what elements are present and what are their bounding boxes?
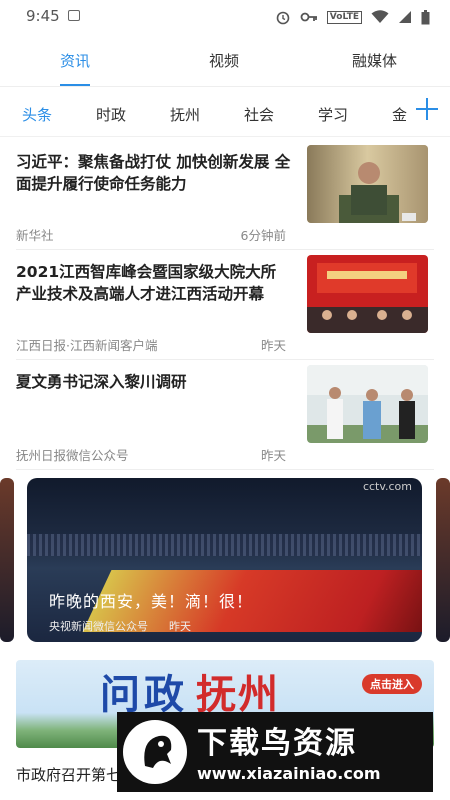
news-item[interactable]: 习近平：聚焦备战打仗 加快创新发展 全面提升履行使命任务能力 新华社 6分钟前 (16, 139, 434, 250)
image-notification-icon (68, 10, 80, 21)
category-study[interactable]: 学习 (318, 104, 348, 125)
category-politics[interactable]: 时政 (96, 104, 126, 125)
wifi-icon (371, 10, 389, 23)
news-thumbnail (307, 365, 428, 443)
carousel-card[interactable]: cctv.com 昨晚的西安，美！滴！很！ 央视新闻微信公众号 昨天 (27, 478, 422, 642)
banner-enter-button[interactable]: 点击进入 (362, 674, 422, 694)
signal-icon (399, 11, 411, 23)
watermark-url: www.xiazainiao.com (197, 764, 381, 783)
news-thumbnail (307, 145, 428, 223)
category-headlines[interactable]: 头条 (22, 104, 52, 125)
top-tab-bar: 资讯 视频 融媒体 (0, 38, 450, 87)
status-bar: 9:45 VoLTE (0, 0, 450, 34)
carousel-next-peek[interactable] (436, 478, 450, 642)
news-time: 昨天 (260, 448, 286, 463)
category-tab-bar: 头条 时政 抚州 社会 学习 金 (0, 88, 450, 137)
news-source: 新华社 (16, 228, 54, 243)
add-category-icon[interactable] (416, 98, 438, 120)
watermark: 下载鸟资源 www.xiazainiao.com (117, 712, 433, 792)
news-item[interactable]: 夏文勇书记深入黎川调研 抚州日报微信公众号 昨天 (16, 359, 434, 470)
status-time: 9:45 (26, 7, 60, 25)
key-icon (300, 12, 317, 22)
battery-icon (421, 9, 430, 24)
news-time: 昨天 (260, 338, 286, 353)
news-source: 抚州日报微信公众号 (16, 448, 129, 463)
volte-badge: VoLTE (326, 10, 362, 24)
status-icons: VoLTE (275, 9, 430, 25)
news-title: 2021江西智库峰会暨国家级大院大所产业技术及高端人才进江西活动开幕 (16, 263, 277, 303)
watermark-title: 下载鸟资源 (197, 726, 357, 761)
news-title: 习近平：聚焦备战打仗 加快创新发展 全面提升履行使命任务能力 (16, 153, 291, 193)
news-time: 6分钟前 (240, 228, 286, 243)
news-source: 江西日报·江西新闻客户端 (16, 338, 158, 353)
bird-logo-icon (123, 720, 187, 784)
category-fuzhou[interactable]: 抚州 (170, 104, 200, 125)
category-society[interactable]: 社会 (244, 104, 274, 125)
carousel-title: 昨晚的西安，美！滴！很！ (49, 592, 254, 611)
alarm-icon (276, 11, 290, 25)
tab-media[interactable]: 融媒体 (352, 50, 397, 71)
carousel-source: 央视新闻微信公众号 (49, 620, 148, 633)
news-title: 夏文勇书记深入黎川调研 (16, 373, 187, 391)
carousel-time: 昨天 (169, 620, 191, 633)
carousel-prev-peek[interactable] (0, 478, 14, 642)
tab-video[interactable]: 视频 (209, 50, 239, 71)
channel-logo: cctv.com (362, 480, 412, 493)
news-thumbnail (307, 255, 428, 333)
news-title[interactable]: 市政府召开第七 (16, 764, 121, 785)
active-tab-indicator (60, 84, 90, 86)
tab-news[interactable]: 资讯 (60, 50, 90, 71)
category-gold[interactable]: 金 (392, 104, 407, 125)
news-item[interactable]: 2021江西智库峰会暨国家级大院大所产业技术及高端人才进江西活动开幕 江西日报·… (16, 249, 434, 360)
card-background (27, 534, 422, 556)
